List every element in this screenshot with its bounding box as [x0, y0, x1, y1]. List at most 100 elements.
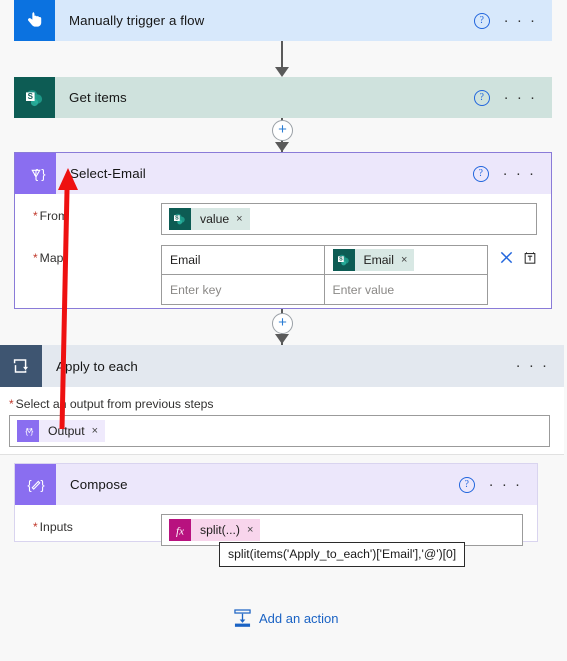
token-chip-email[interactable]: S Email ×	[332, 249, 415, 271]
insert-action-icon	[234, 609, 251, 628]
compose-node-body: * Inputs fx split(...) ×	[15, 505, 537, 546]
help-icon[interactable]: ?	[458, 476, 475, 493]
required-asterisk: *	[33, 209, 38, 223]
insert-step-button[interactable]: +	[272, 120, 293, 141]
map-key-input[interactable]: Enter key	[161, 275, 325, 305]
token-chip-content: value ×	[191, 208, 250, 230]
help-icon[interactable]: ?	[472, 165, 489, 182]
svg-text:{: {	[25, 426, 28, 436]
node-title: Select-Email	[70, 166, 146, 181]
required-asterisk: *	[33, 520, 38, 534]
token-chip-content: Email ×	[354, 249, 415, 271]
insert-step-button[interactable]: +	[272, 313, 293, 334]
token-label: Email	[363, 253, 394, 267]
node-header-actions: ? · · ·	[472, 165, 551, 182]
from-field-row: * From S value ×	[15, 203, 551, 235]
node-menu-icon[interactable]: · · ·	[489, 477, 522, 492]
apply-to-each-body: * Select an output from previous steps { …	[0, 387, 564, 447]
node-header[interactable]: Apply to each · · ·	[0, 345, 564, 387]
add-an-action-button[interactable]: Add an action	[234, 609, 339, 628]
inputs-field-label: * Inputs	[33, 520, 73, 534]
sharepoint-icon: S	[332, 249, 355, 271]
token-remove-icon[interactable]: ×	[236, 213, 242, 225]
svg-text:S: S	[339, 257, 343, 263]
map-key-input[interactable]: Email	[161, 245, 325, 275]
token-chip-content: Output ×	[39, 420, 106, 442]
sharepoint-icon: S	[14, 77, 55, 118]
svg-text:}: }	[30, 426, 33, 436]
arrow-head-icon	[275, 334, 289, 344]
from-field-label: * From	[33, 209, 69, 223]
select-node-body: * From S value × * Map Email S Email × E…	[15, 194, 551, 305]
map-key-value: Email	[170, 253, 201, 267]
map-value-input[interactable]: S Email ×	[324, 245, 488, 275]
token-chip-content: split(...) ×	[191, 519, 261, 541]
from-input[interactable]: S value ×	[161, 203, 537, 235]
node-header-actions: · · ·	[516, 358, 564, 373]
node-header[interactable]: S Get items ? · · ·	[14, 77, 552, 118]
help-icon[interactable]: ?	[473, 12, 490, 29]
flow-node-apply-to-each[interactable]: Apply to each · · · * Select an output fr…	[0, 345, 564, 455]
node-menu-icon[interactable]: · · ·	[504, 13, 537, 28]
node-title: Compose	[70, 477, 128, 492]
token-remove-icon[interactable]: ×	[401, 254, 407, 266]
fx-icon: fx	[169, 519, 191, 541]
node-header[interactable]: { } Compose ? · · ·	[15, 464, 537, 505]
sharepoint-icon: S	[169, 208, 191, 230]
svg-text:}: }	[41, 166, 46, 181]
connector-trigger-to-getitems	[275, 41, 289, 77]
map-key-placeholder: Enter key	[170, 282, 222, 297]
svg-text:S: S	[175, 216, 179, 222]
token-label: Output	[48, 424, 85, 438]
svg-text:S: S	[27, 92, 33, 101]
node-header-actions: ? · · ·	[458, 476, 537, 493]
svg-text:fx: fx	[176, 526, 184, 538]
token-label: split(...)	[200, 523, 240, 537]
select-braces-icon: { }	[17, 420, 39, 442]
map-field-label: * Map	[33, 251, 64, 265]
map-value-input[interactable]: Enter value	[324, 275, 488, 305]
map-value-placeholder: Enter value	[332, 282, 395, 297]
token-chip-expression[interactable]: fx split(...) ×	[169, 519, 261, 541]
node-title: Manually trigger a flow	[69, 13, 205, 28]
token-chip-output[interactable]: { } Output ×	[17, 420, 106, 442]
apply-output-input[interactable]: { } Output ×	[9, 415, 550, 447]
node-title: Get items	[69, 90, 127, 105]
map-row: Email S Email ×	[161, 245, 488, 275]
map-grid: Email S Email × Enter key Enter value	[161, 245, 488, 305]
node-header[interactable]: { } Select-Email ? · · ·	[15, 153, 551, 194]
map-row-tools	[488, 245, 537, 265]
apply-field-label: * Select an output from previous steps	[9, 397, 214, 411]
flow-node-select-email[interactable]: { } Select-Email ? · · · * From S value …	[14, 152, 552, 309]
select-braces-icon: { }	[15, 153, 56, 194]
switch-to-text-mode-icon[interactable]	[523, 250, 537, 265]
token-chip-value[interactable]: S value ×	[169, 208, 250, 230]
node-menu-icon[interactable]: · · ·	[516, 358, 549, 373]
required-asterisk: *	[33, 251, 38, 265]
node-header[interactable]: Manually trigger a flow ? · · ·	[14, 0, 552, 41]
node-menu-icon[interactable]: · · ·	[503, 166, 536, 181]
flow-node-manual-trigger[interactable]: Manually trigger a flow ? · · ·	[14, 0, 552, 41]
add-an-action-label: Add an action	[259, 611, 339, 626]
node-menu-icon[interactable]: · · ·	[504, 90, 537, 105]
token-remove-icon[interactable]: ×	[92, 425, 98, 437]
required-asterisk: *	[9, 397, 14, 411]
svg-text:}: }	[40, 477, 45, 492]
map-field-row: * Map Email S Email × Enter key Enter va…	[15, 245, 551, 305]
arrow-head-icon	[275, 142, 289, 152]
loop-icon	[0, 345, 42, 387]
node-header-actions: ? · · ·	[473, 12, 552, 29]
node-title: Apply to each	[56, 358, 138, 374]
flow-node-compose[interactable]: { } Compose ? · · · * Inputs fx split(..…	[14, 463, 538, 546]
expression-tooltip: split(items('Apply_to_each')['Email'],'@…	[219, 542, 466, 567]
token-label: value	[200, 212, 230, 226]
close-x-icon[interactable]	[499, 250, 514, 265]
flow-node-get-items[interactable]: S Get items ? · · ·	[14, 77, 552, 118]
arrow-head-icon	[275, 67, 289, 77]
map-grid-wrapper: Email S Email × Enter key Enter value	[161, 245, 537, 305]
flow-designer-canvas: Manually trigger a flow ? · · · S Get it…	[0, 0, 567, 661]
map-row: Enter key Enter value	[161, 275, 488, 305]
node-header-actions: ? · · ·	[473, 89, 552, 106]
help-icon[interactable]: ?	[473, 89, 490, 106]
token-remove-icon[interactable]: ×	[247, 524, 253, 536]
